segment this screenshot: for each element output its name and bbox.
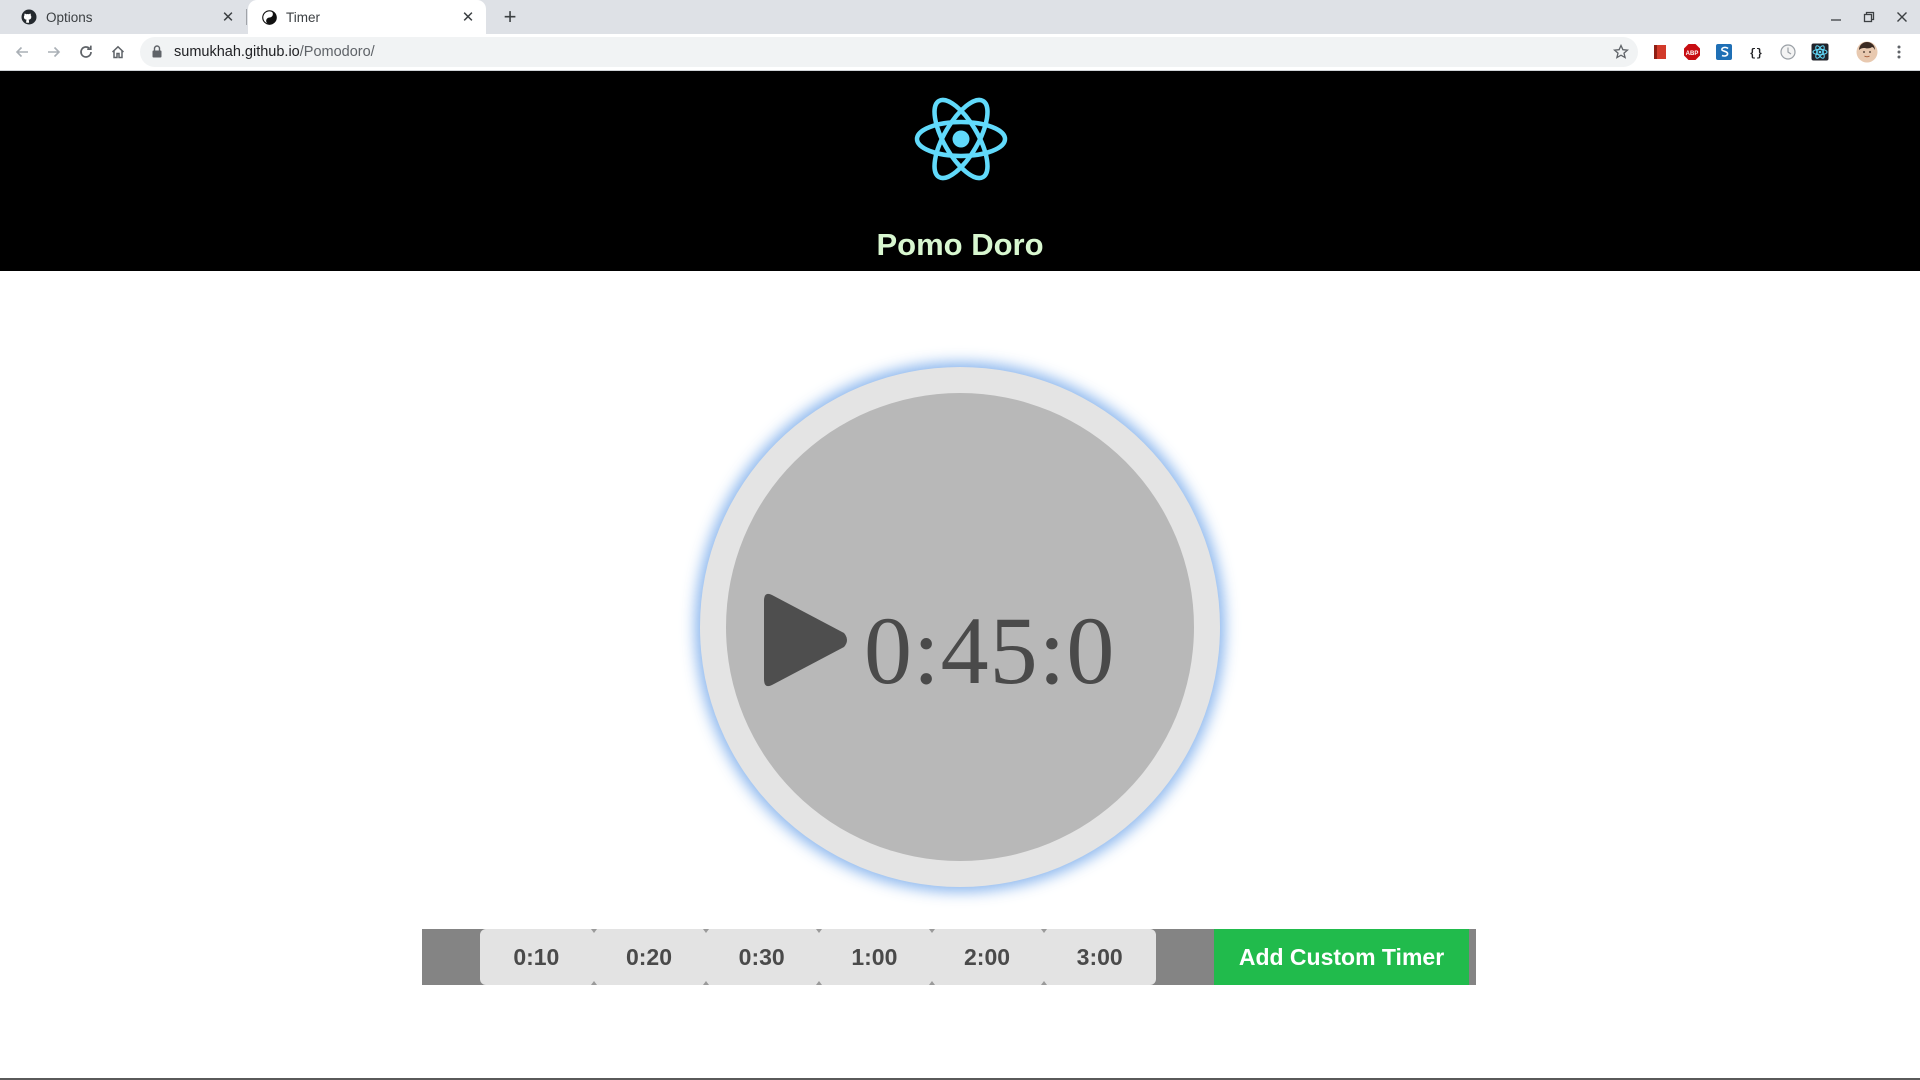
svg-text:{}: {} <box>1749 48 1762 60</box>
tab-timer[interactable]: Timer ✕ <box>248 0 486 34</box>
timer-extension-icon[interactable] <box>1778 42 1798 62</box>
preset-button[interactable]: 0:10 <box>480 929 593 985</box>
back-icon[interactable] <box>8 38 36 66</box>
url-text: sumukhah.github.io/Pomodoro/ <box>174 37 375 67</box>
preset-button[interactable]: 1:00 <box>816 929 931 985</box>
adblock-icon[interactable]: ABP <box>1682 42 1702 62</box>
react-devtools-icon[interactable] <box>1810 42 1830 62</box>
preset-button-group: 0:10 0:20 0:30 1:00 2:00 3:00 <box>480 929 1156 985</box>
play-icon[interactable] <box>760 591 850 689</box>
window-close-icon[interactable] <box>1886 0 1918 34</box>
browser-toolbar: sumukhah.github.io/Pomodoro/ ABP {} <box>0 34 1920 71</box>
close-icon[interactable]: ✕ <box>458 7 478 27</box>
app-header: Pomo Doro <box>0 71 1920 271</box>
tab-strip: Options ✕ Timer ✕ + <box>0 0 1920 34</box>
url-host: sumukhah.github.io <box>174 44 300 60</box>
github-icon <box>20 8 38 26</box>
menu-icon[interactable] <box>1889 42 1909 62</box>
timer-dial[interactable]: 0:45:0 <box>700 367 1220 887</box>
bookmark-star-icon[interactable] <box>1610 41 1632 63</box>
json-viewer-icon[interactable]: {} <box>1746 42 1766 62</box>
preset-button[interactable]: 2:00 <box>928 929 1044 985</box>
yin-yang-icon <box>260 8 278 26</box>
home-icon[interactable] <box>104 38 132 66</box>
reload-icon[interactable] <box>72 38 100 66</box>
s-extension-icon[interactable] <box>1714 42 1734 62</box>
tab-separator <box>246 9 247 25</box>
new-tab-button[interactable]: + <box>498 4 522 29</box>
preset-button[interactable]: 3:00 <box>1041 929 1156 985</box>
forward-icon[interactable] <box>40 38 68 66</box>
timer-preset-bar: 0:10 0:20 0:30 1:00 2:00 3:00 Add Custom… <box>422 929 1476 985</box>
app-title: Pomo Doro <box>876 227 1044 262</box>
timer-face: 0:45:0 <box>726 393 1194 861</box>
avatar[interactable] <box>1855 40 1879 64</box>
tab-title: Options <box>46 9 93 25</box>
preset-button[interactable]: 0:30 <box>703 929 818 985</box>
preset-button[interactable]: 0:20 <box>590 929 706 985</box>
react-atom-icon <box>913 95 1009 183</box>
url-path: /Pomodoro/ <box>299 44 375 60</box>
tab-options[interactable]: Options ✕ <box>8 0 246 34</box>
add-custom-timer-button[interactable]: Add Custom Timer <box>1214 929 1469 985</box>
lock-icon <box>152 45 162 63</box>
timer-display: 0:45:0 <box>864 597 1116 704</box>
page-content: Pomo Doro 0:45:0 0:10 0:20 0:30 1:00 2:0… <box>0 71 1920 1080</box>
tab-title: Timer <box>286 9 320 25</box>
close-icon[interactable]: ✕ <box>218 7 238 27</box>
minimize-icon[interactable] <box>1820 0 1852 34</box>
svg-text:ABP: ABP <box>1686 51 1699 57</box>
address-bar[interactable]: sumukhah.github.io/Pomodoro/ <box>140 37 1638 67</box>
restore-icon[interactable] <box>1853 0 1885 34</box>
red-bookmark-icon[interactable] <box>1650 42 1670 62</box>
